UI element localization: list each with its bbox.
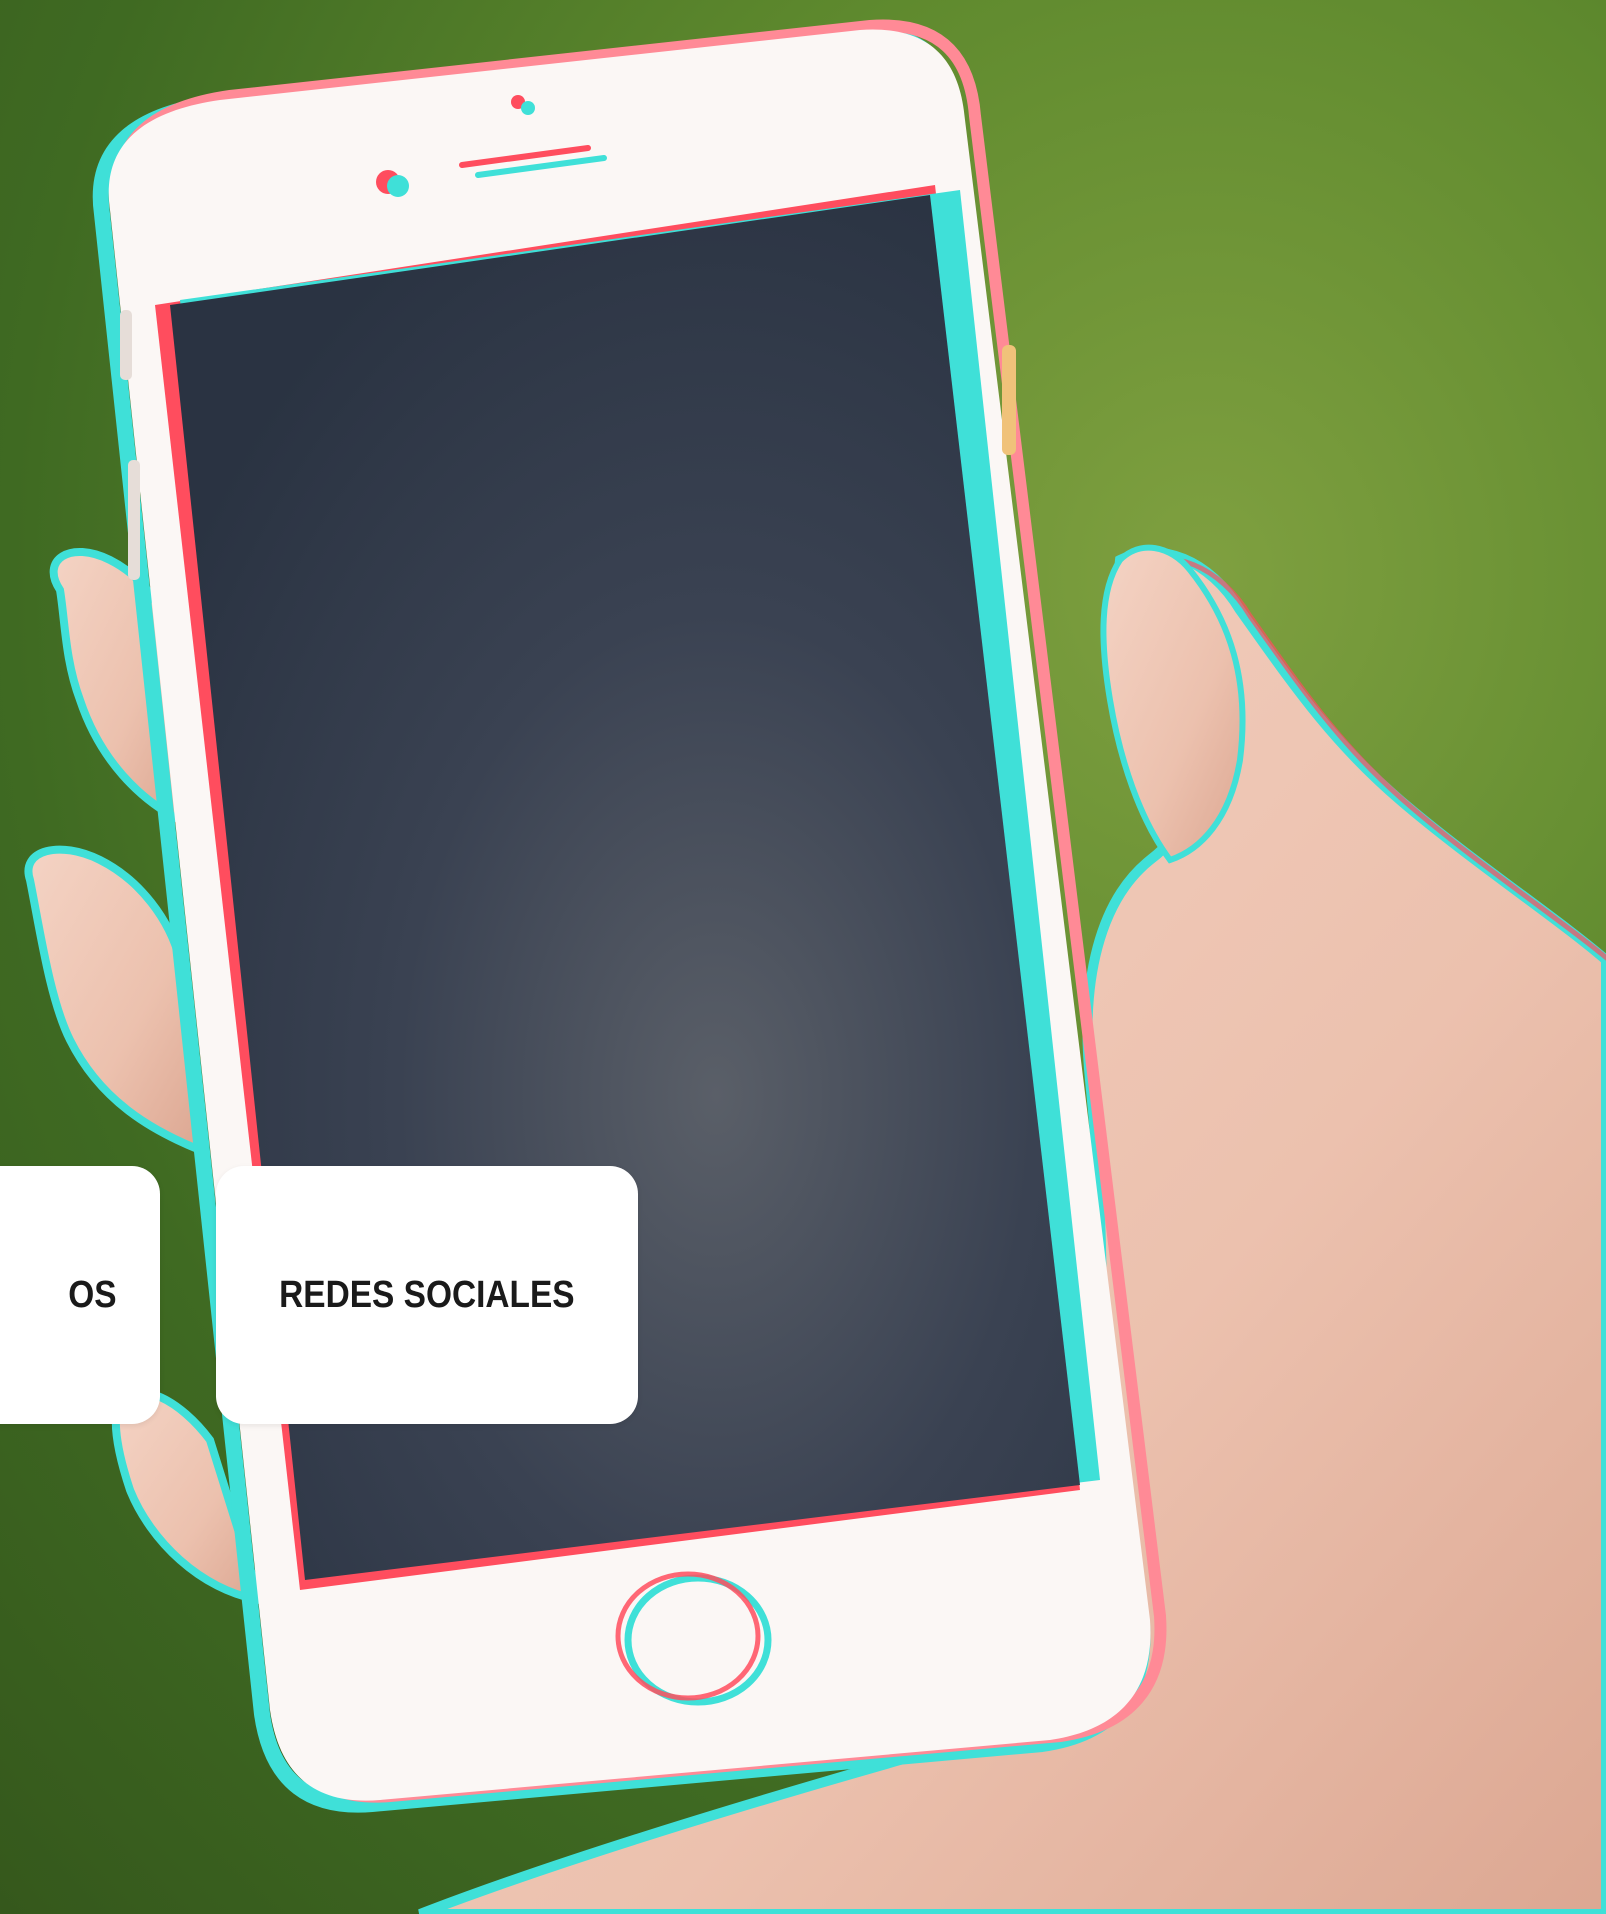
menu-card-label: OS [68,1273,117,1316]
menu-card-label: REDES SOCIALES [279,1273,575,1316]
menu-card-partial[interactable]: OS [0,1166,160,1424]
phone [92,19,1167,1813]
hero-image: OS REDES SOCIALES [0,0,1606,1914]
menu-card-redes-sociales[interactable]: REDES SOCIALES [216,1166,638,1424]
phone-in-hand-illustration [24,19,1606,1914]
